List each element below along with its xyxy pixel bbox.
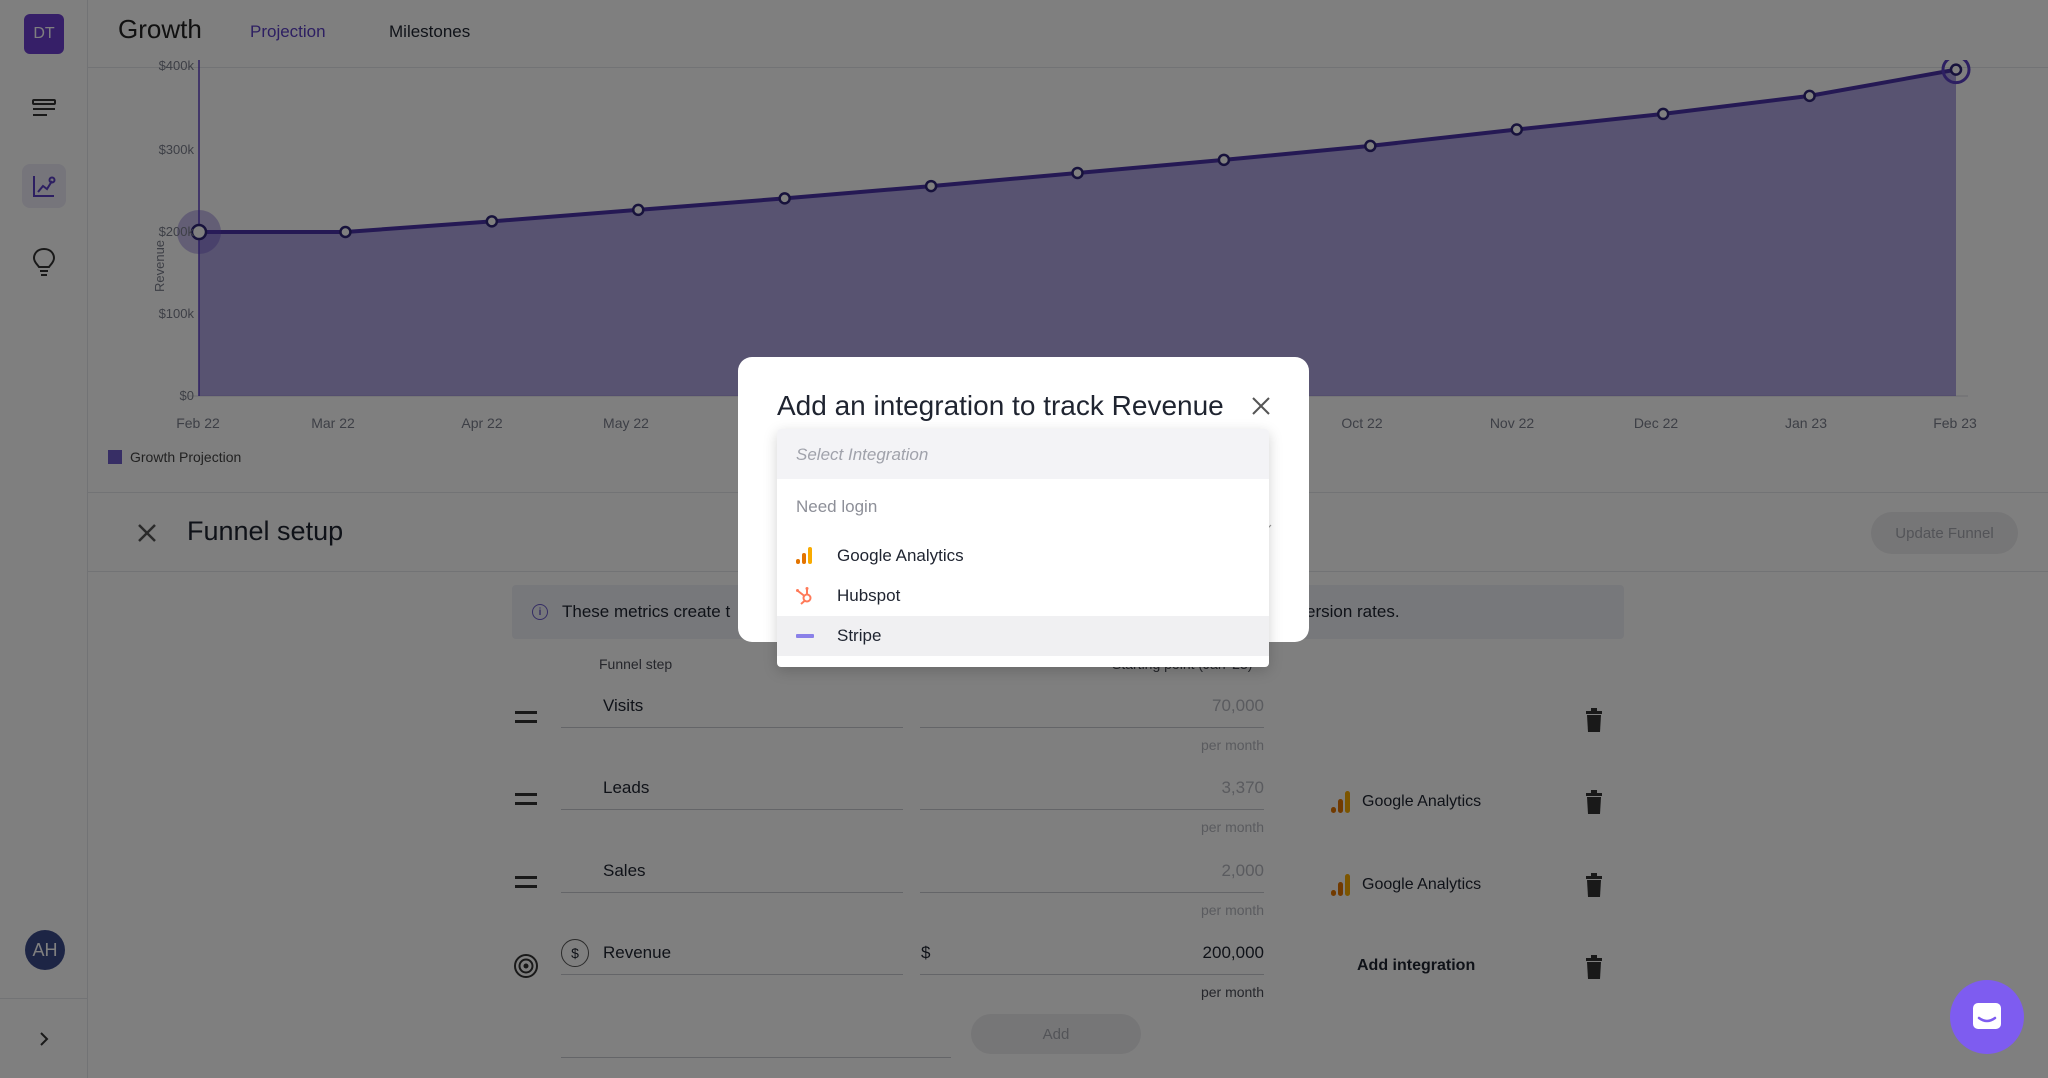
option-label: Stripe bbox=[837, 626, 882, 645]
close-icon[interactable] bbox=[1249, 394, 1273, 418]
option-stripe[interactable]: Stripe bbox=[777, 616, 1269, 656]
chat-launcher-button[interactable] bbox=[1950, 980, 2024, 1054]
option-label: Hubspot bbox=[837, 586, 901, 605]
integration-select-input[interactable]: Select Integration bbox=[777, 429, 1269, 479]
select-placeholder: Select Integration bbox=[796, 445, 929, 464]
option-hubspot[interactable]: Hubspot bbox=[777, 576, 1269, 616]
chat-icon bbox=[1973, 1003, 2001, 1029]
stripe-icon bbox=[796, 634, 814, 638]
option-label: Google Analytics bbox=[837, 546, 964, 565]
integration-dropdown: Select Integration Need login Google Ana… bbox=[777, 429, 1269, 667]
modal-title: Add an integration to track Revenue bbox=[777, 390, 1224, 421]
google-analytics-icon bbox=[796, 547, 812, 564]
option-google-analytics[interactable]: Google Analytics bbox=[777, 536, 1269, 576]
option-group-label: Need login bbox=[796, 497, 878, 516]
hubspot-icon bbox=[796, 587, 812, 605]
